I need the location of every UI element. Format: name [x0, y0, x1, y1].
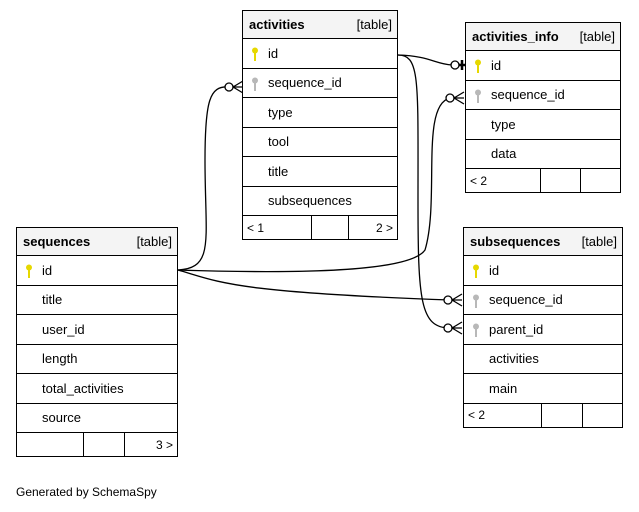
column-row[interactable]: sequence_id [466, 81, 620, 110]
column-name: id [491, 57, 502, 73]
footer-cell [540, 169, 580, 192]
table-name: activities_info [472, 29, 559, 44]
column-name: sequence_id [489, 292, 563, 308]
table-activities[interactable]: activities [table] id sequence_id type t… [242, 10, 398, 240]
column-row[interactable]: length [17, 345, 177, 374]
zero-optional-marker [443, 323, 453, 333]
table-footer: 3 > [17, 433, 177, 456]
column-name: type [491, 116, 516, 132]
crowfoot-marker [451, 321, 463, 335]
column-row[interactable]: id [243, 39, 397, 69]
column-name: tool [268, 134, 289, 150]
column-name: subsequences [268, 193, 352, 209]
column-name: length [42, 351, 78, 367]
footer-cell [83, 433, 124, 456]
column-name: activities [489, 351, 539, 367]
table-header: activities [table] [243, 11, 397, 39]
zero-optional-marker [443, 295, 453, 305]
column-name: id [268, 45, 279, 61]
column-name: sequence_id [491, 87, 565, 103]
table-activities-info[interactable]: activities_info [table] id sequence_id t… [465, 22, 621, 193]
footer-cell [580, 169, 620, 192]
footer-cell [582, 403, 622, 427]
column-name: type [268, 104, 293, 120]
table-name: sequences [23, 234, 91, 249]
column-row[interactable]: activities [464, 345, 622, 374]
column-row[interactable]: data [466, 140, 620, 169]
children-count: 3 > [124, 433, 177, 456]
link-activities-subsequences-parent [397, 54, 451, 329]
table-footer: < 2 [464, 403, 622, 427]
column-row[interactable]: tool [243, 128, 397, 157]
zero-optional-marker [445, 93, 455, 103]
column-name: main [489, 380, 518, 396]
primary-key-icon [252, 47, 258, 61]
primary-key-icon [475, 59, 481, 73]
column-name: id [42, 262, 53, 278]
parents-count: < 2 [470, 173, 488, 188]
table-name: subsequences [470, 234, 561, 249]
column-row[interactable]: main [464, 374, 622, 404]
table-name: activities [249, 17, 305, 32]
column-name: user_id [42, 321, 85, 337]
table-kind: [table] [136, 234, 172, 249]
column-row[interactable]: type [466, 110, 620, 140]
table-subsequences[interactable]: subsequences [table] id sequence_id pare… [463, 227, 623, 428]
table-sequences[interactable]: sequences [table] id title user_id lengt… [16, 227, 178, 457]
column-row[interactable]: id [466, 51, 620, 81]
table-header: subsequences [table] [464, 228, 622, 256]
column-name: sequence_id [268, 75, 342, 91]
link-sequences-activities [177, 86, 229, 271]
link-sequences-subsequences [177, 269, 451, 301]
column-row[interactable]: sequence_id [243, 69, 397, 98]
column-name: total_activities [42, 380, 124, 396]
column-name: id [489, 262, 500, 278]
table-kind: [table] [356, 17, 392, 32]
primary-key-icon [473, 264, 479, 278]
crowfoot-marker [453, 91, 465, 105]
crowfoot-marker [451, 293, 463, 307]
column-row[interactable]: type [243, 98, 397, 128]
primary-key-icon [26, 264, 32, 278]
table-kind: [table] [581, 234, 617, 249]
column-row[interactable]: total_activities [17, 374, 177, 404]
foreign-key-icon [475, 89, 481, 103]
footer-cell [17, 433, 83, 456]
column-name: title [268, 163, 289, 179]
parents-count: < 1 [247, 220, 265, 235]
foreign-key-icon [473, 294, 479, 308]
column-name: title [42, 292, 63, 308]
table-footer: < 1 2 > [243, 216, 397, 239]
column-name: parent_id [489, 321, 544, 337]
children-count: 2 > [348, 216, 397, 239]
column-row[interactable]: user_id [17, 315, 177, 345]
table-footer: < 2 [466, 169, 620, 192]
column-row[interactable]: source [17, 404, 177, 433]
generated-by-label: Generated by SchemaSpy [16, 485, 157, 499]
column-row[interactable]: subsequences [243, 187, 397, 216]
column-row[interactable]: title [17, 286, 177, 315]
zero-optional-marker [450, 60, 460, 70]
table-kind: [table] [579, 29, 615, 44]
parents-count: < 2 [468, 408, 486, 422]
column-row[interactable]: title [243, 157, 397, 187]
zero-optional-marker [224, 82, 234, 92]
table-header: sequences [table] [17, 228, 177, 256]
table-header: activities_info [table] [466, 23, 620, 51]
column-row[interactable]: parent_id [464, 315, 622, 345]
foreign-key-icon [252, 77, 258, 91]
column-row[interactable]: id [17, 256, 177, 286]
column-name: source [42, 410, 82, 426]
footer-cell [311, 216, 348, 239]
column-name: data [491, 146, 517, 162]
column-row[interactable]: sequence_id [464, 286, 622, 315]
column-row[interactable]: id [464, 256, 622, 286]
footer-cell [541, 403, 582, 427]
foreign-key-icon [473, 323, 479, 337]
